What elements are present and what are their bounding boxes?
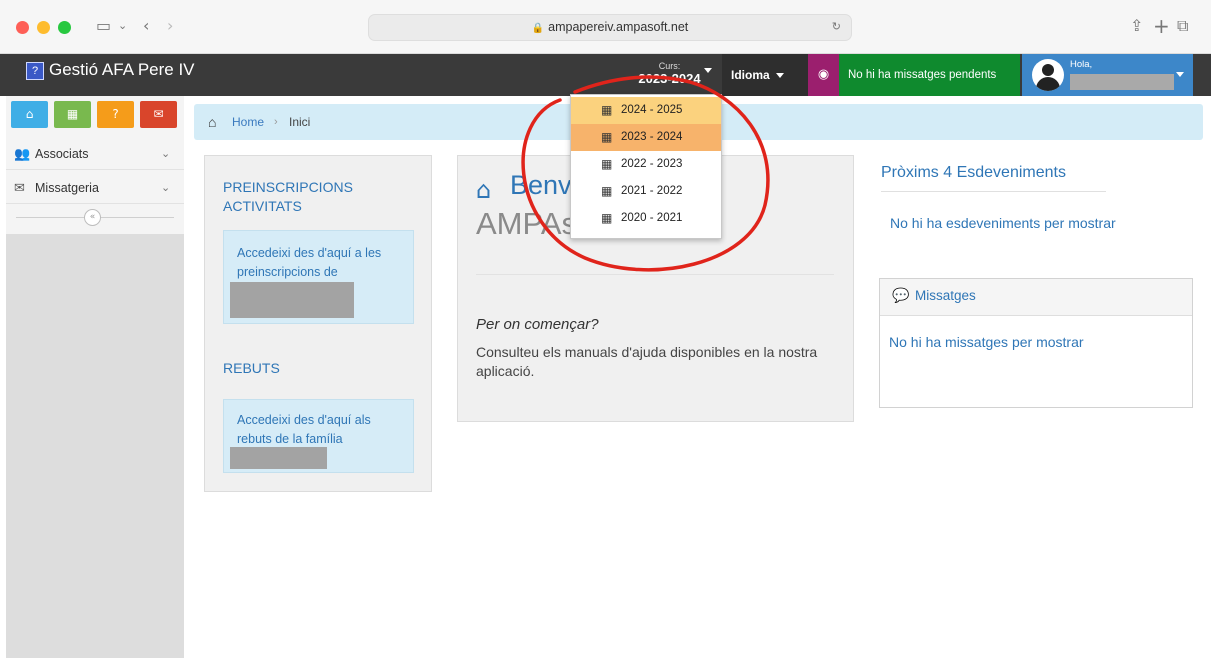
collapse-sidebar-icon[interactable]: « — [84, 209, 101, 226]
url-text: ampapereiv.ampasoft.net — [548, 20, 689, 34]
calendar-icon: ▦ — [601, 103, 613, 117]
home-button[interactable]: ⌂ — [11, 101, 48, 128]
chevron-down-icon[interactable]: ⌄ — [118, 14, 127, 38]
redacted-text — [230, 282, 354, 318]
sidebar-item-label: Associats — [35, 147, 89, 161]
course-dropdown-menu: ▦ 2024 - 2025 ▦ 2023 - 2024 ▦ 2022 - 202… — [570, 94, 722, 239]
chevron-down-icon: ⌄ — [161, 182, 171, 194]
sidebar: ⌂ ▦ ? ✉ 👥 Associats ⌄ ✉ Missatgeria ⌄ « — [6, 96, 184, 658]
globe-button[interactable]: ◉ — [808, 54, 839, 96]
caret-down-icon — [775, 73, 784, 79]
start-heading: Per on començar? — [476, 316, 599, 333]
globe-icon: ◉ — [817, 67, 830, 82]
minimize-window-button[interactable] — [37, 21, 50, 34]
course-selector[interactable]: Curs: 2023-2024 — [618, 54, 721, 96]
calendar-icon: ▦ — [601, 130, 613, 144]
calendar-icon: ▦ — [601, 157, 613, 171]
forward-icon[interactable]: › — [167, 14, 173, 38]
sidebar-menu: ⌂ ▦ ? ✉ 👥 Associats ⌄ ✉ Missatgeria ⌄ « — [6, 96, 184, 234]
users-icon: 👥 — [14, 146, 31, 161]
user-menu[interactable]: Hola, — [1022, 54, 1193, 96]
events-title: Pròxims 4 Esdeveniments — [881, 164, 1066, 181]
events-empty-text: No hi ha esdeveniments per mostrar — [890, 215, 1116, 231]
rebuts-link[interactable]: Accedeixi des d'aquí als rebuts de la fa… — [237, 411, 402, 449]
home-icon: ⌂ — [476, 176, 492, 204]
preinscripcions-title[interactable]: PREINSCRIPCIONS ACTIVITATS — [223, 178, 413, 216]
course-option-label: 2024 - 2025 — [621, 104, 683, 116]
comment-icon: 💬 — [892, 288, 910, 304]
course-option-2022-2023[interactable]: ▦ 2022 - 2023 — [571, 151, 721, 178]
sidebar-item-label: Missatgeria — [35, 181, 99, 195]
sidebar-toggle-icon[interactable]: ▭ — [96, 14, 111, 38]
language-label: Idioma — [731, 68, 770, 82]
new-tab-icon[interactable]: + — [1153, 14, 1170, 38]
greeting-text: Hola, — [1070, 59, 1093, 70]
course-option-2024-2025[interactable]: ▦ 2024 - 2025 — [571, 97, 721, 124]
left-panel: PREINSCRIPCIONS ACTIVITATS Accedeixi des… — [204, 155, 432, 492]
caret-down-icon — [1176, 72, 1184, 77]
messages-panel-title: Missatges — [915, 288, 976, 303]
share-icon[interactable]: ⇪ — [1130, 14, 1143, 38]
preinscripcions-box[interactable]: Accedeixi des d'aquí a les preinscripcio… — [223, 230, 414, 324]
sidebar-background — [6, 234, 184, 658]
back-icon[interactable]: ‹ — [143, 14, 149, 38]
course-option-label: 2020 - 2021 — [621, 212, 683, 224]
redacted-username — [1070, 74, 1174, 90]
sidebar-item-missatgeria[interactable]: ✉ Missatgeria ⌄ — [6, 172, 184, 204]
envelope-icon: ✉ — [14, 180, 25, 195]
lock-icon: 🔒 — [531, 23, 545, 34]
messages-empty-text: No hi ha missatges per mostrar — [889, 334, 1084, 350]
maximize-window-button[interactable] — [58, 21, 71, 34]
divider — [476, 274, 834, 275]
divider — [881, 191, 1106, 192]
preinscripcions-link[interactable]: Accedeixi des d'aquí a les preinscripcio… — [237, 244, 402, 282]
breadcrumb-home-link[interactable]: Home — [232, 104, 264, 140]
rebuts-title[interactable]: REBUTS — [223, 360, 280, 376]
messages-status-text: No hi ha missatges pendents — [848, 69, 997, 81]
course-option-label: 2022 - 2023 — [621, 158, 683, 170]
app-title[interactable]: Gestió AFA Pere IV — [49, 60, 195, 80]
messages-panel-header: 💬 Missatges — [880, 279, 1192, 316]
calendar-icon: ▦ — [601, 184, 613, 198]
tab-overview-icon[interactable]: ⧉ — [1177, 14, 1188, 38]
help-button[interactable]: ? — [97, 101, 134, 128]
reload-icon[interactable]: ↻ — [832, 15, 841, 40]
sidebar-collapse: « — [6, 207, 184, 229]
course-option-label: 2023 - 2024 — [621, 131, 683, 143]
home-icon[interactable]: ⌂ — [208, 104, 216, 140]
rebuts-box[interactable]: Accedeixi des d'aquí als rebuts de la fa… — [223, 399, 414, 473]
messages-panel: 💬 Missatges No hi ha missatges per mostr… — [879, 278, 1193, 408]
sidebar-item-associats[interactable]: 👥 Associats ⌄ — [6, 138, 184, 170]
address-bar[interactable]: 🔒 ampapereiv.ampasoft.net ↻ — [368, 14, 852, 41]
close-window-button[interactable] — [16, 21, 29, 34]
chat-button[interactable]: ✉ — [140, 101, 177, 128]
avatar — [1032, 59, 1064, 91]
course-option-label: 2021 - 2022 — [621, 185, 683, 197]
messages-status-button[interactable]: No hi ha missatges pendents — [839, 54, 1020, 96]
app-logo-icon: ? — [26, 62, 44, 80]
start-description: Consulteu els manuals d'ajuda disponible… — [476, 344, 818, 379]
breadcrumb-current: Inici — [289, 115, 311, 129]
course-option-2021-2022[interactable]: ▦ 2021 - 2022 — [571, 178, 721, 205]
course-option-2023-2024[interactable]: ▦ 2023 - 2024 — [571, 124, 721, 151]
browser-toolbar: ▭ ⌄ ‹ › 🔒 ampapereiv.ampasoft.net ↻ ⇪ + ⧉ — [0, 0, 1211, 54]
chevron-down-icon: ⌄ — [161, 148, 171, 160]
language-selector[interactable]: Idioma — [722, 54, 808, 96]
course-caret-icon[interactable] — [704, 68, 712, 73]
app-header: ? Gestió AFA Pere IV Curs: 2023-2024 Idi… — [0, 54, 1211, 96]
course-option-2020-2021[interactable]: ▦ 2020 - 2021 — [571, 205, 721, 232]
app-root: ▭ ⌄ ‹ › 🔒 ampapereiv.ampasoft.net ↻ ⇪ + ⧉… — [0, 0, 1211, 658]
calendar-icon: ▦ — [601, 211, 613, 225]
redacted-text — [230, 447, 327, 469]
course-value: 2023-2024 — [638, 71, 701, 86]
breadcrumb-separator: › — [274, 116, 278, 128]
calendar-button[interactable]: ▦ — [54, 101, 91, 128]
